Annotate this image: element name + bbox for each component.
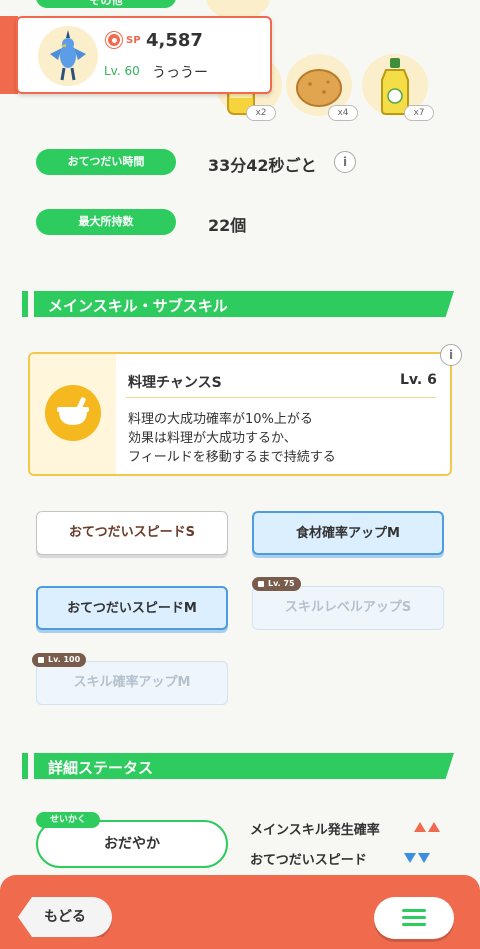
max-hold-label: 最大所持数 [36, 209, 176, 235]
detail-section-header: 詳細ステータス [22, 753, 454, 779]
skills-section-title: メインスキル・サブスキル [48, 297, 228, 315]
nature-up-effect: メインスキル発生確率 [250, 823, 380, 838]
down-arrow-icon [404, 853, 416, 863]
category-label: その他 [36, 0, 176, 8]
skill-info-icon[interactable]: i [440, 344, 462, 366]
pokemon-avatar [38, 26, 98, 86]
detail-section-title: 詳細ステータス [48, 759, 154, 777]
sub-skill-button[interactable]: おてつだいスピードS [36, 511, 228, 555]
ingredient-qty-1: x2 [246, 105, 276, 121]
up-arrow-icon [428, 822, 440, 832]
up-arrow-icon [414, 822, 426, 832]
cooking-pot-icon [45, 385, 101, 441]
back-button[interactable]: もどる [18, 897, 112, 937]
lock-level-badge: Lv. 75 [252, 577, 301, 591]
skills-section-header: メインスキル・サブスキル [22, 291, 454, 317]
menu-icon [402, 909, 426, 912]
sub-skill-button[interactable]: 食材確率アップM [252, 511, 444, 555]
pokemon-level: Lv. 60 [104, 64, 140, 78]
pokemon-summary-card[interactable]: SP 4,587 Lv. 60 うっうー [16, 16, 272, 94]
sp-icon [106, 32, 122, 48]
sp-label: SP [126, 35, 141, 46]
nature-down-effect: おてつだいスピード [250, 853, 367, 868]
main-skill-desc-line: 効果は料理が大成功するか、 [128, 431, 297, 446]
sub-skill-button[interactable]: おてつだいスピードM [36, 586, 228, 630]
ingredient-qty-2: x4 [328, 105, 358, 121]
menu-button[interactable] [374, 897, 454, 939]
main-skill-name: 料理チャンスS [128, 375, 222, 391]
sub-skill-button-locked[interactable]: スキルレベルアップS [252, 586, 444, 630]
info-icon[interactable]: i [334, 151, 356, 173]
help-time-value: 33分42秒ごと [208, 156, 317, 175]
nature-badge: せいかく [36, 812, 100, 828]
pokemon-nickname: うっうー [152, 65, 208, 81]
main-skill-level: Lv. 6 [400, 372, 437, 388]
main-skill-desc-line: フィールドを移動するまで持続する [128, 450, 336, 465]
sub-skill-button-locked[interactable]: スキル確率アップM [36, 661, 228, 705]
help-time-label: おてつだい時間 [36, 149, 176, 175]
lock-level-badge: Lv. 100 [32, 653, 87, 667]
skill-divider [126, 397, 436, 398]
ingredient-qty-3: x7 [404, 105, 434, 121]
down-arrow-icon [418, 853, 430, 863]
sp-value: 4,587 [146, 30, 203, 51]
max-hold-value: 22個 [208, 216, 247, 235]
main-skill-desc-line: 料理の大成功確率が10%上がる [128, 412, 313, 427]
